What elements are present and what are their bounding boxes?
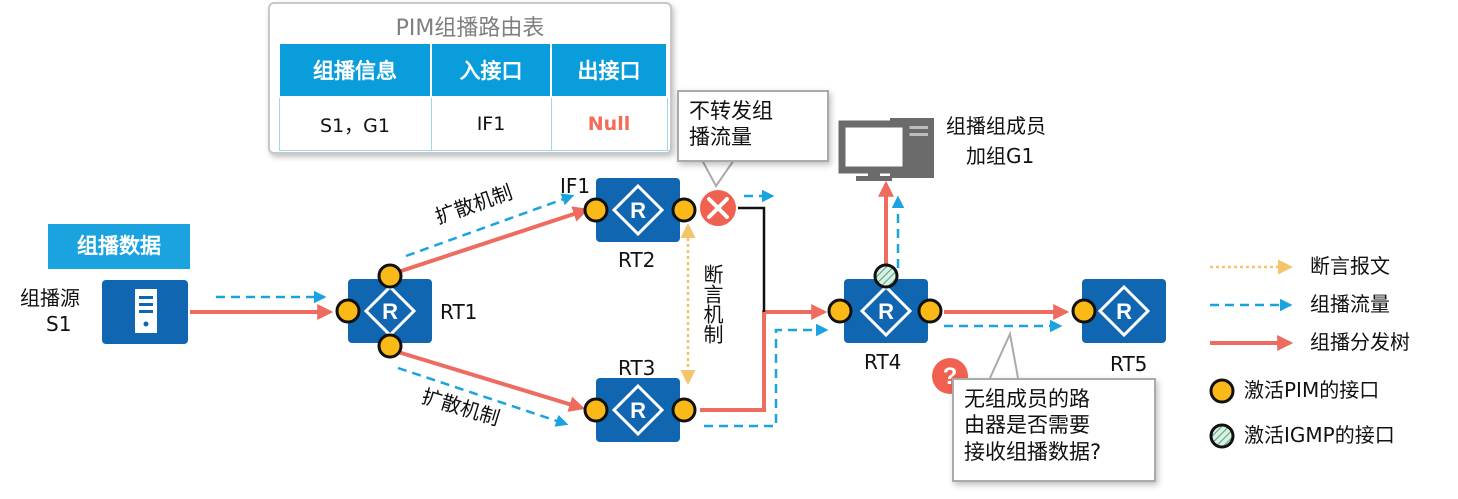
legend-igmp: 激活IGMP的接口 bbox=[1244, 423, 1395, 447]
router-rt3 bbox=[594, 376, 682, 444]
callout-stop-tail bbox=[701, 159, 735, 188]
source-label: 组播源 bbox=[20, 286, 80, 310]
stop-x-icon bbox=[698, 188, 738, 228]
member-label: 组播组成员 bbox=[946, 114, 1046, 138]
if1-label: IF1 bbox=[560, 174, 591, 198]
router-rt4 bbox=[842, 277, 930, 345]
callout-stop-line2: 播流量 bbox=[689, 125, 752, 150]
legend-pim: 激活PIM的接口 bbox=[1244, 378, 1380, 402]
callout-stop: 不转发组 播流量 bbox=[677, 90, 829, 162]
multicast-data-tag: 组播数据 bbox=[48, 224, 190, 269]
source-server bbox=[102, 280, 188, 344]
header-in-iface: 入接口 bbox=[430, 42, 552, 98]
server-icon bbox=[135, 289, 157, 333]
router-rt2 bbox=[594, 176, 682, 244]
pim-route-table: PIM组播路由表 组播信息 入接口 出接口 S1，G1 IF1 Null bbox=[268, 2, 672, 154]
igmp-interface bbox=[873, 263, 899, 289]
callout-stop-line1: 不转发组 bbox=[689, 99, 773, 123]
callout-question-line3: 接收组播数据? bbox=[964, 439, 1102, 464]
table-title: PIM组播路由表 bbox=[395, 16, 545, 41]
table-row: S1，G1 IF1 Null bbox=[278, 96, 668, 151]
callout-question-tail bbox=[989, 330, 1019, 379]
assert-label: 断言机制 bbox=[700, 264, 724, 344]
route-table: 组播信息 入接口 出接口 S1，G1 IF1 Null bbox=[278, 42, 668, 151]
link-rt2-rt4 bbox=[736, 206, 766, 312]
rt1-label: RT1 bbox=[440, 300, 478, 324]
router-rt1 bbox=[346, 277, 434, 345]
cell-group-info: S1，G1 bbox=[278, 96, 432, 151]
source-name: S1 bbox=[46, 312, 72, 336]
callout-question-line2: 由器是否需要 bbox=[964, 413, 1090, 438]
pc-icon bbox=[838, 118, 934, 181]
callout-question-line1: 无组成员的路 bbox=[964, 387, 1090, 411]
legend-flow: 组播流量 bbox=[1310, 292, 1390, 316]
rt4-label: RT4 bbox=[864, 350, 902, 374]
legend-assert: 断言报文 bbox=[1310, 254, 1390, 278]
legend-tree: 组播分发树 bbox=[1310, 330, 1410, 354]
member-group: 加组G1 bbox=[966, 144, 1035, 168]
legend-igmp-dot bbox=[1209, 423, 1235, 449]
rt5-label: RT5 bbox=[1110, 352, 1148, 376]
multicast-diagram: R bbox=[102, 118, 1294, 449]
rt2-label: RT2 bbox=[618, 248, 656, 272]
legend-symbols bbox=[1209, 259, 1294, 449]
header-out-iface: 出接口 bbox=[550, 42, 668, 98]
cell-in-iface: IF1 bbox=[430, 96, 552, 151]
table-header-row: 组播信息 入接口 出接口 bbox=[278, 42, 668, 98]
legend-pim-dot bbox=[1209, 378, 1235, 404]
rt3-label: RT3 bbox=[618, 356, 656, 380]
header-group-info: 组播信息 bbox=[278, 42, 432, 98]
callout-question: 无组成员的路 由器是否需要 接收组播数据? bbox=[952, 378, 1156, 482]
cell-out-iface: Null bbox=[550, 96, 668, 151]
